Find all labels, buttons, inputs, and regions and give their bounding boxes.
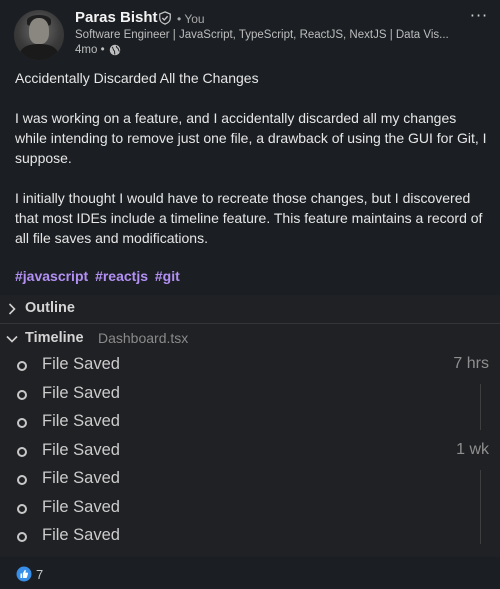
- hashtag-git[interactable]: #git: [155, 268, 180, 284]
- connection-degree: • You: [177, 12, 205, 26]
- timeline-item-label: File Saved: [42, 441, 120, 459]
- timeline-item-label: File Saved: [42, 355, 120, 373]
- timeline-file-name: Dashboard.tsx: [98, 330, 189, 346]
- outline-label: Outline: [25, 300, 75, 316]
- outline-section-header[interactable]: Outline: [0, 295, 500, 323]
- post-title: Accidentally Discarded All the Changes: [15, 70, 259, 86]
- post-age: 4mo •: [75, 44, 105, 56]
- circle-icon: [17, 475, 27, 485]
- like-reaction-icon: [16, 566, 32, 582]
- verified-shield-icon: [159, 11, 171, 25]
- circle-icon: [17, 504, 27, 514]
- timeline-item[interactable]: File Saved: [0, 523, 500, 551]
- timeline-item[interactable]: File Saved 7 hrs: [0, 352, 500, 380]
- author-headline: Software Engineer | JavaScript, TypeScri…: [75, 29, 449, 41]
- timeline-label: Timeline: [25, 330, 84, 346]
- post-text: Accidentally Discarded All the Changes I…: [15, 68, 487, 268]
- timeline-item-label: File Saved: [42, 384, 120, 402]
- post-paragraph-2: I initially thought I would have to recr…: [15, 190, 483, 246]
- timeline-item-time: 7 hrs: [453, 355, 489, 372]
- more-options-button[interactable]: ···: [466, 4, 492, 26]
- circle-icon: [17, 390, 27, 400]
- timeline-item-label: File Saved: [42, 526, 120, 544]
- timeline-item-label: File Saved: [42, 412, 120, 430]
- circle-icon: [17, 447, 27, 457]
- reaction-count: 7: [36, 566, 44, 582]
- globe-icon: [109, 44, 120, 56]
- timeline-item[interactable]: File Saved: [0, 409, 500, 437]
- hashtag-javascript[interactable]: #javascript: [15, 268, 88, 284]
- ellipsis-icon: ···: [469, 5, 489, 25]
- chevron-right-icon: [8, 303, 16, 315]
- circle-icon: [17, 361, 27, 371]
- post-paragraph-1: I was working on a feature, and I accide…: [15, 110, 487, 166]
- avatar[interactable]: [14, 10, 64, 60]
- timeline-section-header[interactable]: Timeline Dashboard.tsx: [0, 325, 500, 353]
- section-divider: [0, 323, 500, 324]
- circle-icon: [17, 418, 27, 428]
- circle-icon: [17, 532, 27, 542]
- author-name[interactable]: Paras Bisht: [75, 9, 158, 26]
- post-time: 4mo •: [75, 44, 121, 56]
- reactions-summary[interactable]: 7: [16, 566, 43, 582]
- post-header: Paras Bisht • You Software Engineer | Ja…: [0, 0, 500, 64]
- hashtag-reactjs[interactable]: #reactjs: [95, 268, 148, 284]
- timeline-item-label: File Saved: [42, 469, 120, 487]
- timeline-item-time: 1 wk: [456, 441, 489, 458]
- timeline-item[interactable]: File Saved: [0, 495, 500, 523]
- ide-screenshot[interactable]: Outline Timeline Dashboard.tsx File Save…: [0, 295, 500, 557]
- timeline-item[interactable]: File Saved: [0, 381, 500, 409]
- hashtag-list: #javascript #reactjs #git: [15, 268, 183, 284]
- timeline-item-label: File Saved: [42, 498, 120, 516]
- chevron-down-icon: [6, 335, 18, 343]
- timeline-item[interactable]: File Saved: [0, 466, 500, 494]
- timeline-item[interactable]: File Saved 1 wk: [0, 438, 500, 466]
